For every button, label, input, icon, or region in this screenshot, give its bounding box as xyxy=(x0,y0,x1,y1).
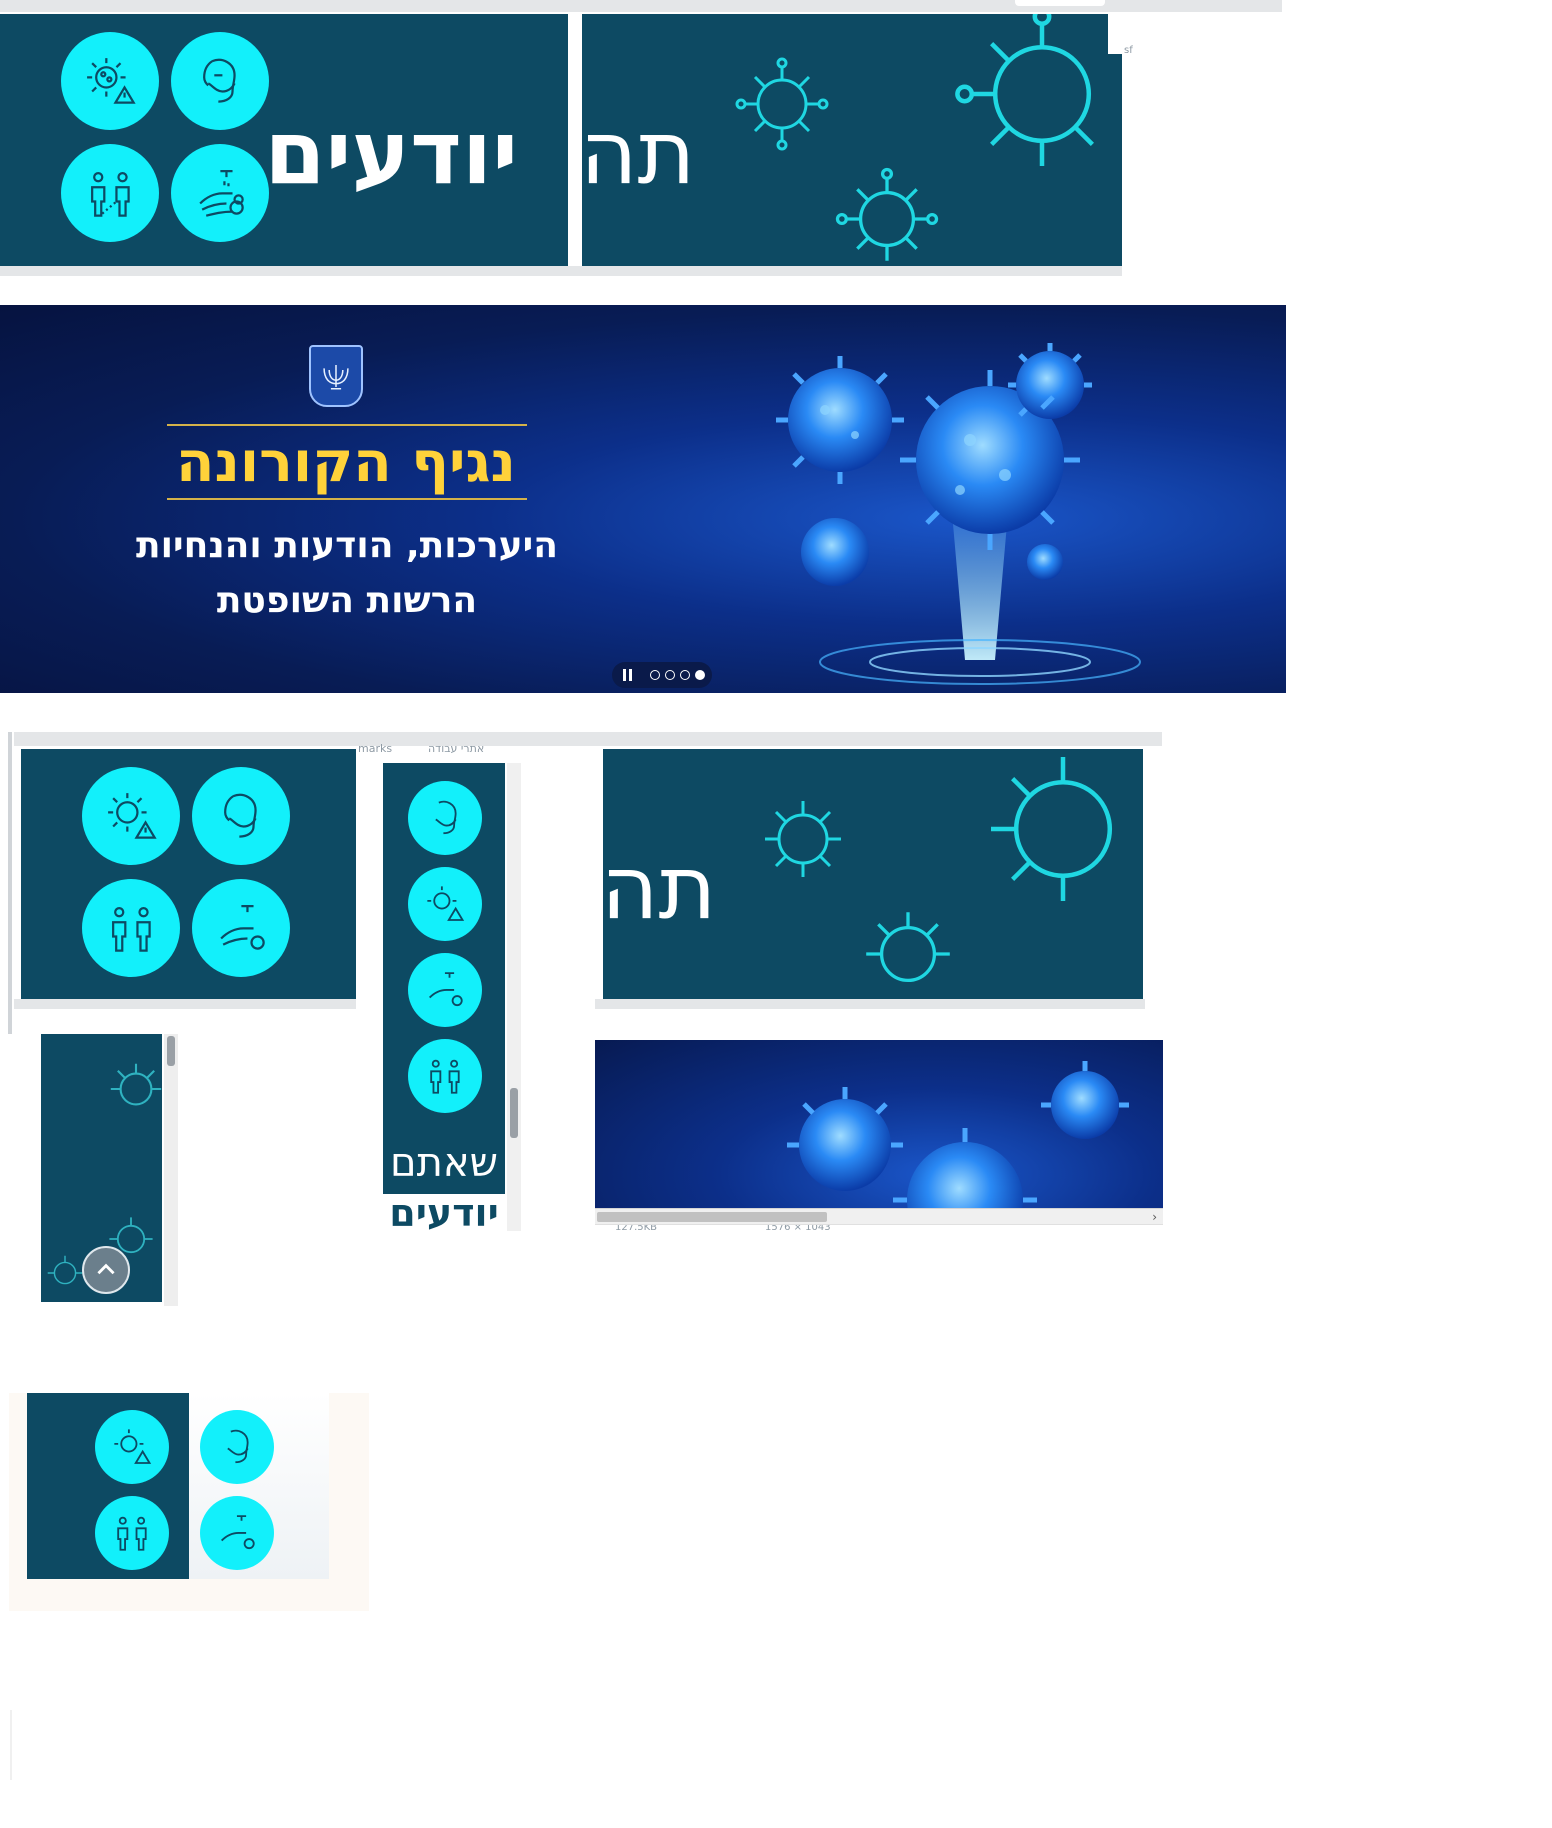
status-size: 127.5KB xyxy=(615,1224,658,1233)
face-mask-icon xyxy=(171,32,269,130)
slider-dot-1[interactable] xyxy=(695,670,705,680)
vertical-text-2: יודעים xyxy=(389,1191,499,1235)
hand-wash-icon xyxy=(192,879,290,977)
banner-subtitle-1: היערכות, הודעות והנחיות xyxy=(136,525,558,566)
bookmarks-fragment: marks xyxy=(358,742,393,755)
banner-title: נגיף הקורונה xyxy=(176,430,516,495)
collage-topright-panel: תה xyxy=(603,749,1143,999)
social-distance-icon xyxy=(61,144,159,242)
virus-outline-icon xyxy=(991,757,1113,901)
topright-bottom-strip xyxy=(595,999,1145,1009)
virus-outline-icon xyxy=(110,1063,162,1106)
emblem-icon xyxy=(309,345,363,407)
banner-title-line-bottom xyxy=(167,498,527,500)
virus-warning-icon xyxy=(408,867,482,941)
social-distance-icon xyxy=(95,1496,169,1570)
chevron-up-icon xyxy=(97,1263,115,1275)
collage-icons-panel xyxy=(21,749,356,999)
hand-wash-icon xyxy=(171,144,269,242)
virus-outline-icon xyxy=(835,167,939,261)
panel1-heading-fragment: תה xyxy=(582,101,696,204)
hand-wash-icon xyxy=(408,953,482,1027)
virus-outline-icon xyxy=(735,57,829,151)
vertical-panel-scrollbar[interactable] xyxy=(507,763,521,1231)
pause-icon[interactable] xyxy=(618,666,636,684)
face-mask-icon xyxy=(408,781,482,855)
slider-dot-4[interactable] xyxy=(650,670,660,680)
virus-outline-icon xyxy=(866,912,950,983)
status-bar-fragment: 127.5KB 1576 × 1043 xyxy=(595,1224,1163,1237)
banner-subtitle-2: הרשות השופטת xyxy=(216,580,478,621)
panel1-bottom-strip xyxy=(0,266,1122,276)
vertical-text-1: שאתם xyxy=(390,1140,498,1186)
collage-top-strip xyxy=(14,732,1162,746)
face-mask-icon xyxy=(200,1410,274,1484)
slider-dot-2[interactable] xyxy=(680,670,690,680)
top-tab-fragment xyxy=(1015,0,1105,6)
virus-outline-icon xyxy=(765,801,841,877)
virus-3d-icon xyxy=(787,1061,1129,1208)
collage-vertical-panel: שאתם xyxy=(383,763,505,1231)
collage-banner-fragment xyxy=(595,1040,1163,1208)
panel1-edge-label xyxy=(1108,14,1122,54)
face-mask-icon xyxy=(192,767,290,865)
collage-left-edge xyxy=(8,732,12,1034)
panel1-right: תה xyxy=(582,14,1122,266)
bottom-left-mark xyxy=(10,1710,12,1780)
scroll-to-top-button[interactable] xyxy=(82,1246,130,1294)
virus-warning-icon xyxy=(61,32,159,130)
slider-dot-3[interactable] xyxy=(665,670,675,680)
panel1-divider xyxy=(568,14,582,266)
social-distance-icon xyxy=(82,879,180,977)
banner-title-line xyxy=(167,424,527,426)
panel1-heading: יודעים xyxy=(264,101,518,204)
panel1-left: יודעים xyxy=(0,14,568,266)
panel1-side-fragment: sf xyxy=(1124,45,1133,56)
banner-fragment-scrollbar[interactable]: › xyxy=(595,1208,1163,1225)
small-vertical-scrollbar[interactable] xyxy=(164,1034,178,1306)
hand-wash-icon xyxy=(200,1496,274,1570)
social-distance-icon xyxy=(408,1039,482,1113)
collage-icons-bottom xyxy=(14,999,356,1009)
virus-warning-icon xyxy=(95,1410,169,1484)
topright-heading-fragment: תה xyxy=(603,836,717,939)
collage-small-vertical xyxy=(41,1034,162,1302)
virus-outline-icon xyxy=(955,14,1094,166)
corona-banner[interactable]: נגיף הקורונה היערכות, הודעות והנחיות הרש… xyxy=(0,305,1286,693)
bookmark-item[interactable]: אתרי עבודה xyxy=(428,742,484,755)
status-dims: 1576 × 1043 xyxy=(765,1224,831,1233)
vertical-text-2-bg: יודעים xyxy=(383,1194,505,1236)
virus-warning-icon xyxy=(82,767,180,865)
virus-3d-icon xyxy=(776,343,1141,685)
